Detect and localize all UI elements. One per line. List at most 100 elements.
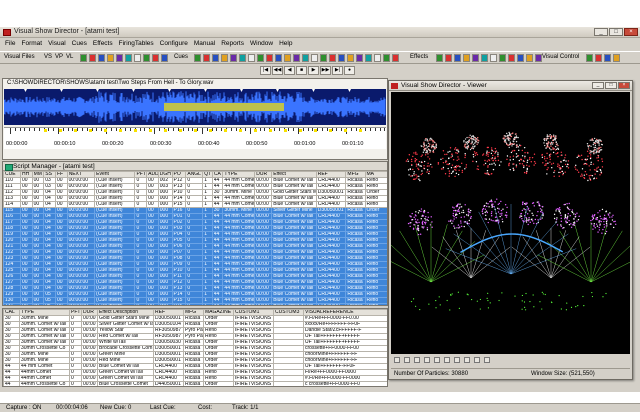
toolbar-tool-icon[interactable] bbox=[161, 54, 168, 62]
waveform-marker[interactable] bbox=[168, 89, 171, 92]
menu-configure[interactable]: Configure bbox=[160, 39, 188, 49]
toolbar-tool-icon[interactable] bbox=[613, 54, 620, 62]
transport-button[interactable]: ▶▶ bbox=[320, 66, 331, 75]
toolbar-tool-icon[interactable] bbox=[98, 54, 105, 62]
toolbar-tool-icon[interactable] bbox=[445, 54, 452, 62]
waveform-marker[interactable] bbox=[348, 89, 351, 92]
viewer-window[interactable]: Visual Show Director - Viewer _ □ × Numb… bbox=[388, 80, 633, 380]
column-header[interactable]: DGH bbox=[157, 171, 173, 178]
toolbar-tool-icon[interactable] bbox=[239, 54, 246, 62]
menu-window[interactable]: Window bbox=[250, 39, 273, 49]
menu-visual[interactable]: Visual bbox=[48, 39, 66, 49]
toolbar-tool-icon[interactable] bbox=[472, 54, 479, 62]
toolbar-tool-icon[interactable] bbox=[347, 54, 354, 62]
cue-marker[interactable] bbox=[359, 129, 362, 132]
table-row[interactable]: 1310000050000:00:00(Cue Insert)000000P16… bbox=[3, 303, 387, 305]
viewer-tool-icon[interactable] bbox=[404, 357, 410, 363]
toolbar-tool-icon[interactable] bbox=[80, 54, 87, 62]
table-row[interactable]: 44 44mm Crossette Co 0 00:00 Blue Crossette … bbox=[3, 381, 387, 386]
cue-marker[interactable] bbox=[74, 129, 77, 132]
cue-marker[interactable] bbox=[254, 129, 257, 132]
close-icon[interactable]: × bbox=[624, 28, 638, 36]
cue-marker[interactable] bbox=[44, 129, 47, 132]
cue-marker[interactable] bbox=[59, 129, 62, 132]
viewer-tool-icon[interactable] bbox=[474, 357, 480, 363]
toolbar-tool-icon[interactable] bbox=[302, 54, 309, 62]
column-header[interactable]: PFT bbox=[134, 171, 148, 178]
menu-manual[interactable]: Manual bbox=[194, 39, 215, 49]
toolbar-tool-icon[interactable] bbox=[293, 54, 300, 62]
viewer-tool-icon[interactable] bbox=[444, 357, 450, 363]
column-header[interactable]: CUSTOM3 bbox=[273, 309, 304, 316]
toolbar-tool-icon[interactable] bbox=[463, 54, 470, 62]
toolbar-tool-icon[interactable] bbox=[508, 54, 515, 62]
cue-marker[interactable] bbox=[119, 129, 122, 132]
minimize-icon[interactable]: _ bbox=[594, 28, 608, 36]
toolbar-tool-icon[interactable] bbox=[230, 54, 237, 62]
toolbar-tool-icon[interactable] bbox=[212, 54, 219, 62]
toolbar-tool-icon[interactable] bbox=[266, 54, 273, 62]
waveform-marker[interactable] bbox=[24, 89, 27, 92]
toolbar-tool-icon[interactable] bbox=[374, 54, 381, 62]
transport-button[interactable]: ▶| bbox=[332, 66, 343, 75]
transport-button[interactable]: ◀ bbox=[284, 66, 295, 75]
menu-firingtables[interactable]: FiringTables bbox=[119, 39, 154, 49]
toolbar-tool-icon[interactable] bbox=[517, 54, 524, 62]
toolbar-tool-icon[interactable] bbox=[436, 54, 443, 62]
toolbar-tool-icon[interactable] bbox=[134, 54, 141, 62]
cue-marker[interactable] bbox=[314, 129, 317, 132]
toolbar-tool-icon[interactable] bbox=[194, 54, 201, 62]
viewer-maximize-icon[interactable]: □ bbox=[605, 82, 617, 89]
fireworks-3d-scene[interactable] bbox=[391, 92, 630, 354]
toolbar-tool-icon[interactable] bbox=[125, 54, 132, 62]
table-row[interactable]: 30 30mm Crossette Co 0 00:00 Brocade Crosset… bbox=[3, 345, 387, 352]
menu-format[interactable]: Format bbox=[21, 39, 42, 49]
toolbar-tool-icon[interactable] bbox=[284, 54, 291, 62]
toolbar-tool-icon[interactable] bbox=[392, 54, 399, 62]
table-row[interactable]: 30 30mm. Comet w/Tail 0 00:00 Silver Glitter… bbox=[3, 321, 387, 328]
toolbar-tool-icon[interactable] bbox=[320, 54, 327, 62]
column-header[interactable]: PFT bbox=[69, 309, 82, 316]
toolbar-tool-icon[interactable] bbox=[604, 54, 611, 62]
column-header[interactable]: ANGL bbox=[185, 171, 204, 178]
visual-control-label[interactable]: Visual Control bbox=[542, 54, 579, 60]
toolbar-tool-icon[interactable] bbox=[586, 54, 593, 62]
viewer-tool-icon[interactable] bbox=[424, 357, 430, 363]
toolbar-tool-icon[interactable] bbox=[89, 54, 96, 62]
cue-marker[interactable] bbox=[104, 129, 107, 132]
toolbar-tool-icon[interactable] bbox=[490, 54, 497, 62]
viewer-minimize-icon[interactable]: _ bbox=[592, 82, 604, 89]
table-row[interactable]: 30 30mm. Comet w/Tail 0 00:00 Red Comet w/Ta… bbox=[3, 333, 387, 340]
viewer-tool-icon[interactable] bbox=[434, 357, 440, 363]
selection-region[interactable] bbox=[164, 103, 284, 111]
cue-marker[interactable] bbox=[344, 129, 347, 132]
viewer-tool-icon[interactable] bbox=[464, 357, 470, 363]
toolbar-tool-icon[interactable] bbox=[329, 54, 336, 62]
waveform-marker[interactable] bbox=[204, 89, 207, 92]
viewer-tool-icon[interactable] bbox=[414, 357, 420, 363]
cue-marker[interactable] bbox=[179, 129, 182, 132]
viewer-tool-icon[interactable] bbox=[484, 357, 490, 363]
waveform-display[interactable] bbox=[4, 89, 386, 125]
visual-files-label[interactable]: Visual Files bbox=[4, 54, 35, 60]
waveform-marker[interactable] bbox=[132, 89, 135, 92]
toolbar-tool-icon[interactable] bbox=[383, 54, 390, 62]
maximize-icon[interactable]: □ bbox=[609, 28, 623, 36]
vs-button[interactable]: VS bbox=[44, 54, 52, 60]
toolbar-tool-icon[interactable] bbox=[535, 54, 542, 62]
effects-label[interactable]: Effects bbox=[410, 54, 428, 60]
menu-effects[interactable]: Effects bbox=[93, 39, 113, 49]
cue-marker[interactable] bbox=[299, 129, 302, 132]
cue-marker[interactable] bbox=[284, 129, 287, 132]
toolbar-tool-icon[interactable] bbox=[143, 54, 150, 62]
toolbar-tool-icon[interactable] bbox=[338, 54, 345, 62]
viewer-close-icon[interactable]: × bbox=[618, 82, 630, 89]
cue-marker[interactable] bbox=[164, 129, 167, 132]
column-header[interactable]: MAGAZINE bbox=[203, 309, 234, 316]
waveform-marker[interactable] bbox=[312, 89, 315, 92]
toolbar-tool-icon[interactable] bbox=[116, 54, 123, 62]
toolbar-tool-icon[interactable] bbox=[152, 54, 159, 62]
waveform-marker[interactable] bbox=[240, 89, 243, 92]
toolbar-tool-icon[interactable] bbox=[275, 54, 282, 62]
vp-button[interactable]: VP bbox=[55, 54, 63, 60]
